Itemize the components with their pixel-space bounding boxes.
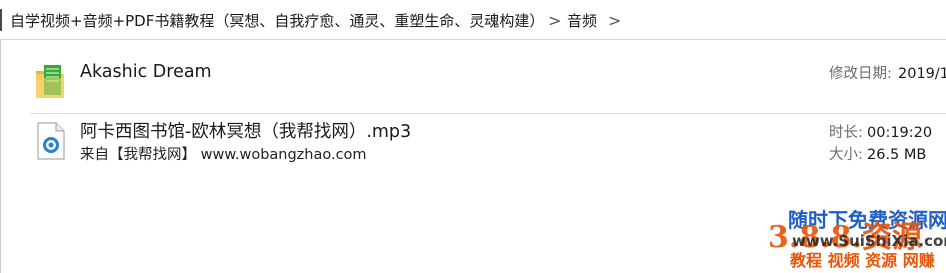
item-divider <box>30 113 946 114</box>
list-item-folder[interactable]: Akashic Dream 修改日期: 2019/1 <box>0 52 946 112</box>
breadcrumb-current-folder[interactable]: 音频 <box>567 11 597 31</box>
folder-name: Akashic Dream <box>80 62 212 82</box>
breadcrumb-chevron-icon[interactable]: > <box>548 11 561 31</box>
watermark-tagline: 教程 视频 资源 网赚 <box>790 251 935 270</box>
modified-date-label: 修改日期: <box>829 66 892 82</box>
folder-icon <box>34 62 66 100</box>
size-value: 26.5 MB <box>867 147 927 163</box>
list-item-audio-file[interactable]: 阿卡西图书馆-欧林冥想（我帮找网）.mp3 来自【我帮找网】 www.woban… <box>0 118 946 174</box>
modified-date-value: 2019/1 <box>898 66 946 82</box>
file-name: 阿卡西图书馆-欧林冥想（我帮找网）.mp3 <box>80 122 412 142</box>
audio-file-icon <box>36 122 66 160</box>
breadcrumb-chevron-icon-trailing[interactable]: > <box>608 11 621 31</box>
address-bar-edge <box>0 9 2 31</box>
size-label: 大小: <box>829 147 863 163</box>
watermark-domain: www.SuiShiXia.com <box>792 232 946 250</box>
file-subtitle: 来自【我帮找网】 www.wobangzhao.com <box>80 147 367 163</box>
breadcrumb-parent-folder[interactable]: 自学视频+音频+PDF书籍教程（冥想、自我疗愈、通灵、重塑生命、灵魂构建） <box>10 11 544 31</box>
duration-label: 时长: <box>829 125 863 141</box>
address-bar[interactable]: 自学视频+音频+PDF书籍教程（冥想、自我疗愈、通灵、重塑生命、灵魂构建） > … <box>0 0 946 40</box>
duration-value: 00:19:20 <box>867 125 933 141</box>
